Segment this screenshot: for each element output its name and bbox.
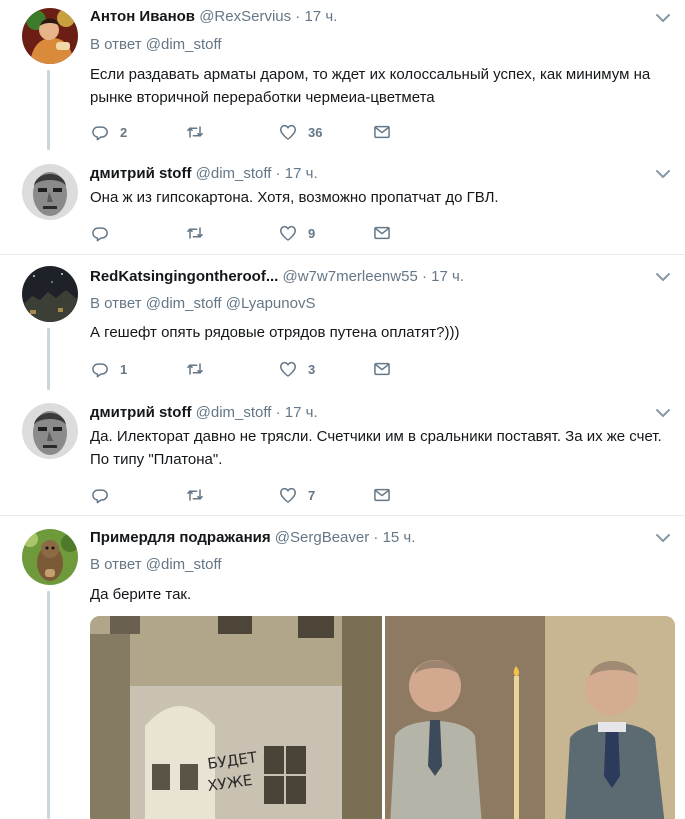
author-name[interactable]: Примердля подражания	[90, 529, 271, 546]
reply-context: В ответ @dim_stoff	[90, 35, 222, 55]
tweet-header: дмитрий stoff @dim_stoff · 17 ч.	[90, 164, 645, 184]
timestamp[interactable]: 17 ч.	[285, 165, 318, 182]
tweet-text: Да. Илекторат давно не трясли. Счетчики …	[90, 428, 662, 468]
reply-icon	[90, 359, 110, 379]
reply-icon	[90, 122, 110, 142]
retweet-icon	[185, 485, 205, 505]
retweet-button[interactable]	[185, 121, 215, 143]
tweet-header: Примердля подражания @SergBeaver · 15 ч.	[90, 528, 645, 548]
chevron-down-icon[interactable]	[653, 528, 673, 548]
heart-icon	[278, 359, 298, 379]
envelope-icon	[372, 485, 392, 505]
retweet-button[interactable]	[185, 358, 215, 380]
envelope-icon	[372, 122, 392, 142]
thread-line	[47, 70, 50, 150]
avatar[interactable]	[22, 403, 78, 459]
timestamp[interactable]: 17 ч.	[304, 8, 337, 25]
tweet-header: Антон Иванов @RexServius · 17 ч.	[90, 7, 645, 27]
author-name[interactable]: дмитрий stoff	[90, 165, 191, 182]
direct-message-button[interactable]	[372, 484, 392, 506]
reply-context: В ответ @dim_stoff	[90, 555, 222, 575]
like-button[interactable]: 3	[278, 358, 315, 380]
chevron-down-icon[interactable]	[653, 8, 673, 28]
media-photo-people[interactable]	[385, 616, 675, 819]
tweet[interactable]: дмитрий stoff @dim_stoff · 17 ч. Она ж и…	[0, 150, 685, 254]
retweet-button[interactable]	[185, 484, 215, 506]
reply-context: В ответ @dim_stoff @LyapunovS	[90, 294, 315, 314]
avatar[interactable]	[22, 164, 78, 220]
chevron-down-icon[interactable]	[653, 267, 673, 287]
author-handle[interactable]: @SergBeaver	[275, 529, 369, 546]
reply-count: 2	[120, 124, 128, 140]
tweet[interactable]: Антон Иванов @RexServius · 17 ч. В ответ…	[0, 0, 685, 150]
reply-to-link[interactable]: @dim_stoff	[146, 36, 222, 53]
avatar[interactable]	[22, 8, 78, 64]
media-photo-courtyard[interactable]: БУДЕТ ХУЖЕ	[90, 616, 382, 819]
like-button[interactable]: 36	[278, 121, 322, 143]
retweet-icon	[185, 359, 205, 379]
reply-icon	[90, 485, 110, 505]
reply-to-link[interactable]: @dim_stoff @LyapunovS	[146, 295, 316, 312]
direct-message-button[interactable]	[372, 222, 392, 244]
reply-prefix: В ответ	[90, 295, 142, 312]
like-button[interactable]: 9	[278, 222, 315, 244]
reply-prefix: В ответ	[90, 556, 142, 573]
like-count: 3	[308, 361, 316, 377]
reply-button[interactable]	[90, 484, 120, 506]
separator-dot: ·	[373, 529, 379, 546]
timestamp[interactable]: 17 ч.	[431, 268, 464, 285]
like-button[interactable]: 7	[278, 484, 315, 506]
reply-icon	[90, 223, 110, 243]
separator-dot: ·	[295, 8, 301, 25]
separator-dot: ·	[275, 165, 281, 182]
tweet-text: Если раздавать арматы даром, то ждет их …	[90, 66, 651, 106]
thread-line	[47, 591, 50, 819]
tweet-text: А гешефт опять рядовые отрядов путена оп…	[90, 324, 460, 341]
separator-dot: ·	[275, 404, 281, 421]
author-handle[interactable]: @w7w7merleenw55	[283, 268, 418, 285]
like-count: 7	[308, 487, 316, 503]
separator-dot: ·	[421, 268, 427, 285]
reply-to-link[interactable]: @dim_stoff	[146, 556, 222, 573]
tweet-text: Да берите так.	[90, 586, 192, 603]
author-handle[interactable]: @dim_stoff	[196, 404, 272, 421]
retweet-icon	[185, 122, 205, 142]
tweet-media[interactable]: БУДЕТ ХУЖЕ	[90, 616, 675, 819]
heart-icon	[278, 485, 298, 505]
tweet[interactable]: RedKatsingingontheroof... @w7w7merleenw5…	[0, 255, 685, 390]
reply-prefix: В ответ	[90, 36, 142, 53]
avatar[interactable]	[22, 266, 78, 322]
author-name[interactable]: RedKatsingingontheroof...	[90, 268, 278, 285]
author-name[interactable]: Антон Иванов	[90, 8, 195, 25]
author-name[interactable]: дмитрий stoff	[90, 404, 191, 421]
reply-button[interactable]: 1	[90, 358, 127, 380]
avatar[interactable]	[22, 529, 78, 585]
like-count: 9	[308, 225, 316, 241]
chevron-down-icon[interactable]	[653, 164, 673, 184]
author-handle[interactable]: @dim_stoff	[196, 165, 272, 182]
retweet-icon	[185, 223, 205, 243]
heart-icon	[278, 223, 298, 243]
envelope-icon	[372, 359, 392, 379]
like-count: 36	[308, 124, 323, 140]
thread-line	[47, 328, 50, 390]
tweet-header: дмитрий stoff @dim_stoff · 17 ч.	[90, 403, 645, 423]
timestamp[interactable]: 17 ч.	[285, 404, 318, 421]
reply-button[interactable]: 2	[90, 121, 127, 143]
heart-icon	[278, 122, 298, 142]
tweet-header: RedKatsingingontheroof... @w7w7merleenw5…	[90, 267, 645, 287]
tweet[interactable]: дмитрий stoff @dim_stoff · 17 ч. Да. Иле…	[0, 390, 685, 515]
reply-count: 1	[120, 361, 128, 377]
reply-button[interactable]	[90, 222, 120, 244]
tweet-text: Она ж из гипсокартона. Хотя, возможно пр…	[90, 189, 499, 206]
direct-message-button[interactable]	[372, 358, 392, 380]
author-handle[interactable]: @RexServius	[199, 8, 291, 25]
retweet-button[interactable]	[185, 222, 215, 244]
timestamp[interactable]: 15 ч.	[383, 529, 416, 546]
envelope-icon	[372, 223, 392, 243]
direct-message-button[interactable]	[372, 121, 392, 143]
chevron-down-icon[interactable]	[653, 403, 673, 423]
